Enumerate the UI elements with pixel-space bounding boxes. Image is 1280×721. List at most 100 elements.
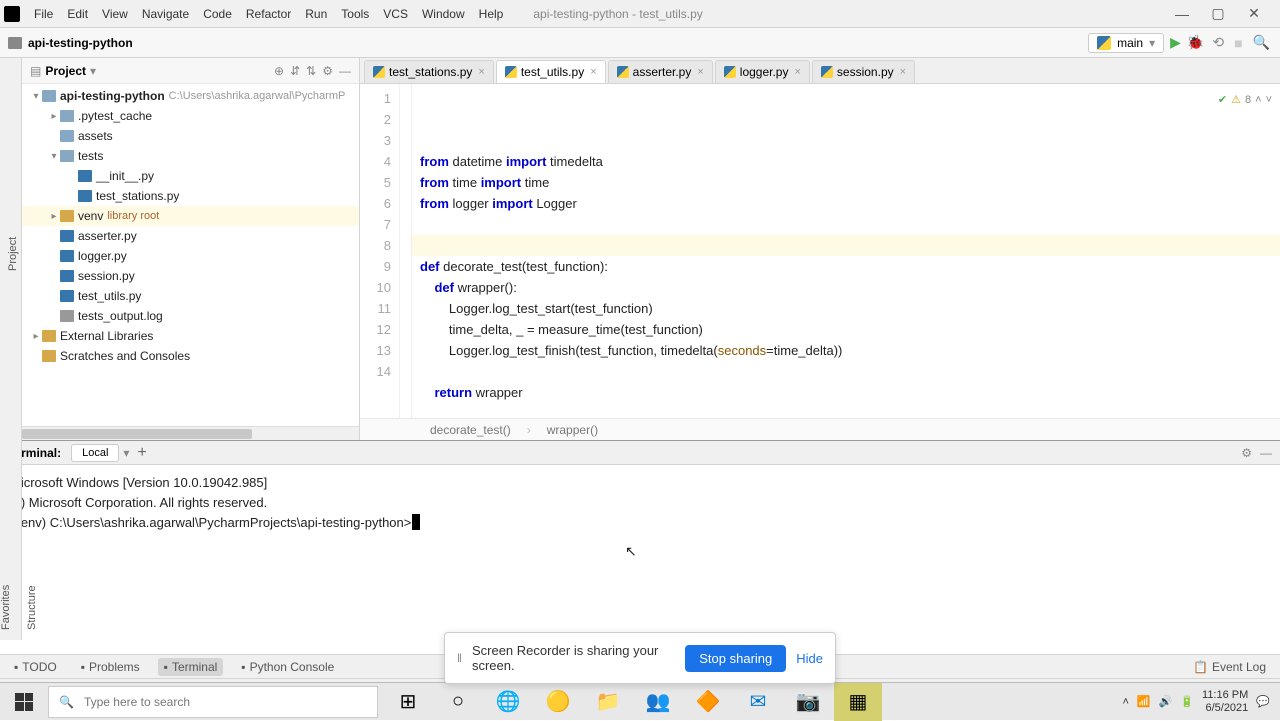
tool-window-problems[interactable]: ▪Problems bbox=[75, 658, 146, 676]
external-libraries[interactable]: ▸ External Libraries bbox=[22, 326, 359, 346]
task-view-icon[interactable]: ⊞ bbox=[384, 683, 432, 721]
favorites-tool-tab[interactable]: Favorites bbox=[0, 440, 12, 630]
system-tray[interactable]: ˄ 📶 🔊 🔋 11:16 PM 6/5/2021 💬 bbox=[1112, 689, 1280, 715]
editor-tab[interactable]: test_stations.py× bbox=[364, 60, 494, 83]
tree-item[interactable]: ▾tests bbox=[22, 146, 359, 166]
minimize-button[interactable]: ― bbox=[1168, 4, 1196, 24]
fold-gutter[interactable] bbox=[400, 84, 412, 418]
menu-item-edit[interactable]: Edit bbox=[61, 5, 94, 23]
menu-item-code[interactable]: Code bbox=[197, 5, 238, 23]
hide-notification-link[interactable]: Hide bbox=[796, 651, 823, 666]
outlook-icon[interactable]: ✉ bbox=[734, 683, 782, 721]
tool-window-terminal[interactable]: ▪Terminal bbox=[158, 658, 224, 676]
code-editor[interactable]: ✔ ⚠ 8 ˄ ˅ from datetime import timedelta… bbox=[412, 84, 1280, 418]
add-terminal-button[interactable]: + bbox=[137, 444, 146, 462]
project-panel-title[interactable]: Project bbox=[45, 64, 86, 78]
tray-chevron-icon[interactable]: ˄ bbox=[1122, 696, 1128, 708]
search-everywhere-button[interactable]: 🔍 bbox=[1251, 34, 1272, 51]
pycharm-icon[interactable]: ▦ bbox=[834, 683, 882, 721]
folder-icon bbox=[42, 90, 56, 102]
inspection-widget[interactable]: ✔ ⚠ 8 ˄ ˅ bbox=[1218, 90, 1272, 111]
tool-window-todo[interactable]: ▪TODO bbox=[8, 658, 63, 676]
tray-wifi-icon[interactable]: 📶 bbox=[1137, 695, 1151, 708]
tray-clock[interactable]: 11:16 PM 6/5/2021 bbox=[1202, 689, 1248, 715]
breadcrumb-item[interactable]: decorate_test() bbox=[430, 423, 511, 437]
close-tab-icon[interactable]: × bbox=[900, 66, 906, 78]
menu-item-window[interactable]: Window bbox=[416, 5, 471, 23]
editor-tab[interactable]: logger.py× bbox=[715, 60, 810, 83]
project-tree[interactable]: ▾ api-testing-python C:\Users\ashrika.ag… bbox=[22, 84, 359, 426]
tree-item[interactable]: asserter.py bbox=[22, 226, 359, 246]
teams-icon[interactable]: 👥 bbox=[634, 683, 682, 721]
editor-tab[interactable]: session.py× bbox=[812, 60, 915, 83]
collapse-all-icon[interactable]: ⇅ bbox=[306, 64, 316, 78]
close-tab-icon[interactable]: × bbox=[794, 66, 800, 78]
coverage-button[interactable]: ⟲ bbox=[1210, 34, 1226, 51]
menu-item-vcs[interactable]: VCS bbox=[377, 5, 414, 23]
tree-item[interactable]: ▸venvlibrary root bbox=[22, 206, 359, 226]
stop-sharing-button[interactable]: Stop sharing bbox=[685, 645, 786, 672]
terminal-body[interactable]: Microsoft Windows [Version 10.0.19042.98… bbox=[0, 465, 1280, 654]
cortana-icon[interactable]: ○ bbox=[434, 683, 482, 721]
editor-breadcrumb[interactable]: decorate_test()›wrapper() bbox=[360, 418, 1280, 440]
terminal-settings-icon[interactable]: ⚙ bbox=[1241, 446, 1252, 460]
start-button[interactable] bbox=[0, 683, 48, 720]
menu-item-help[interactable]: Help bbox=[473, 5, 510, 23]
editor-tab[interactable]: test_utils.py× bbox=[496, 60, 606, 83]
menu-item-run[interactable]: Run bbox=[299, 5, 333, 23]
terminal-tab[interactable]: Local bbox=[71, 444, 119, 462]
locate-file-icon[interactable]: ⊕ bbox=[274, 64, 284, 78]
notifications-icon[interactable]: 💬 bbox=[1256, 695, 1270, 708]
menu-item-file[interactable]: File bbox=[28, 5, 59, 23]
terminal-tab-dropdown[interactable]: ▾ bbox=[123, 446, 129, 460]
hide-panel-icon[interactable]: — bbox=[339, 64, 351, 78]
project-tool-tab[interactable]: Project bbox=[5, 68, 21, 440]
event-log-button[interactable]: 📋Event Log bbox=[1187, 658, 1272, 676]
explorer-icon[interactable]: 📁 bbox=[584, 683, 632, 721]
tree-item[interactable]: assets bbox=[22, 126, 359, 146]
run-button[interactable]: ▶ bbox=[1170, 34, 1181, 51]
close-tab-icon[interactable]: × bbox=[697, 66, 703, 78]
tree-root[interactable]: ▾ api-testing-python C:\Users\ashrika.ag… bbox=[22, 86, 359, 106]
tray-battery-icon[interactable]: 🔋 bbox=[1180, 695, 1194, 708]
settings-icon[interactable]: ⚙ bbox=[322, 64, 333, 78]
chevron-down-icon[interactable]: ˅ bbox=[1266, 90, 1272, 111]
horizontal-scrollbar[interactable] bbox=[22, 426, 359, 440]
taskbar-search[interactable]: 🔍 Type here to search bbox=[48, 686, 378, 718]
chevron-up-icon[interactable]: ˄ bbox=[1255, 90, 1261, 111]
tool-window-python-console[interactable]: ▪Python Console bbox=[235, 658, 340, 676]
maximize-button[interactable]: ▢ bbox=[1204, 4, 1232, 24]
tree-item[interactable]: test_stations.py bbox=[22, 186, 359, 206]
stop-button[interactable]: ■ bbox=[1232, 35, 1244, 51]
editor-body[interactable]: 1234567891011121314 ✔ ⚠ 8 ˄ ˅ from datet… bbox=[360, 84, 1280, 418]
chrome-icon[interactable]: 🟡 bbox=[534, 683, 582, 721]
debug-button[interactable]: 🐞 bbox=[1187, 34, 1204, 51]
structure-tool-tab[interactable]: Structure bbox=[26, 440, 38, 630]
run-configuration-selector[interactable]: main ▾ bbox=[1088, 33, 1164, 53]
tree-item[interactable]: session.py bbox=[22, 266, 359, 286]
main-menu: FileEditViewNavigateCodeRefactorRunTools… bbox=[28, 5, 509, 23]
breadcrumb-item[interactable]: wrapper() bbox=[547, 423, 598, 437]
menu-item-tools[interactable]: Tools bbox=[335, 5, 375, 23]
tree-item[interactable]: ▸.pytest_cache bbox=[22, 106, 359, 126]
close-tab-icon[interactable]: × bbox=[590, 66, 596, 78]
menu-item-view[interactable]: View bbox=[96, 5, 134, 23]
tree-item[interactable]: tests_output.log bbox=[22, 306, 359, 326]
menu-item-navigate[interactable]: Navigate bbox=[136, 5, 195, 23]
close-tab-icon[interactable]: × bbox=[478, 66, 484, 78]
tree-item[interactable]: logger.py bbox=[22, 246, 359, 266]
chevron-down-icon[interactable]: ▾ bbox=[90, 64, 96, 78]
edge-icon[interactable]: 🌐 bbox=[484, 683, 532, 721]
camera-icon[interactable]: 📷 bbox=[784, 683, 832, 721]
menu-item-refactor[interactable]: Refactor bbox=[240, 5, 297, 23]
tree-item[interactable]: test_utils.py bbox=[22, 286, 359, 306]
expand-all-icon[interactable]: ⇵ bbox=[290, 64, 300, 78]
tray-volume-icon[interactable]: 🔊 bbox=[1159, 695, 1173, 708]
app-icon-1[interactable]: 🔶 bbox=[684, 683, 732, 721]
project-name-breadcrumb[interactable]: api-testing-python bbox=[28, 36, 133, 50]
scratches-consoles[interactable]: Scratches and Consoles bbox=[22, 346, 359, 366]
editor-tab[interactable]: asserter.py× bbox=[608, 60, 713, 83]
close-button[interactable]: ✕ bbox=[1240, 4, 1268, 24]
tree-item[interactable]: __init__.py bbox=[22, 166, 359, 186]
hide-terminal-icon[interactable]: — bbox=[1260, 446, 1272, 460]
